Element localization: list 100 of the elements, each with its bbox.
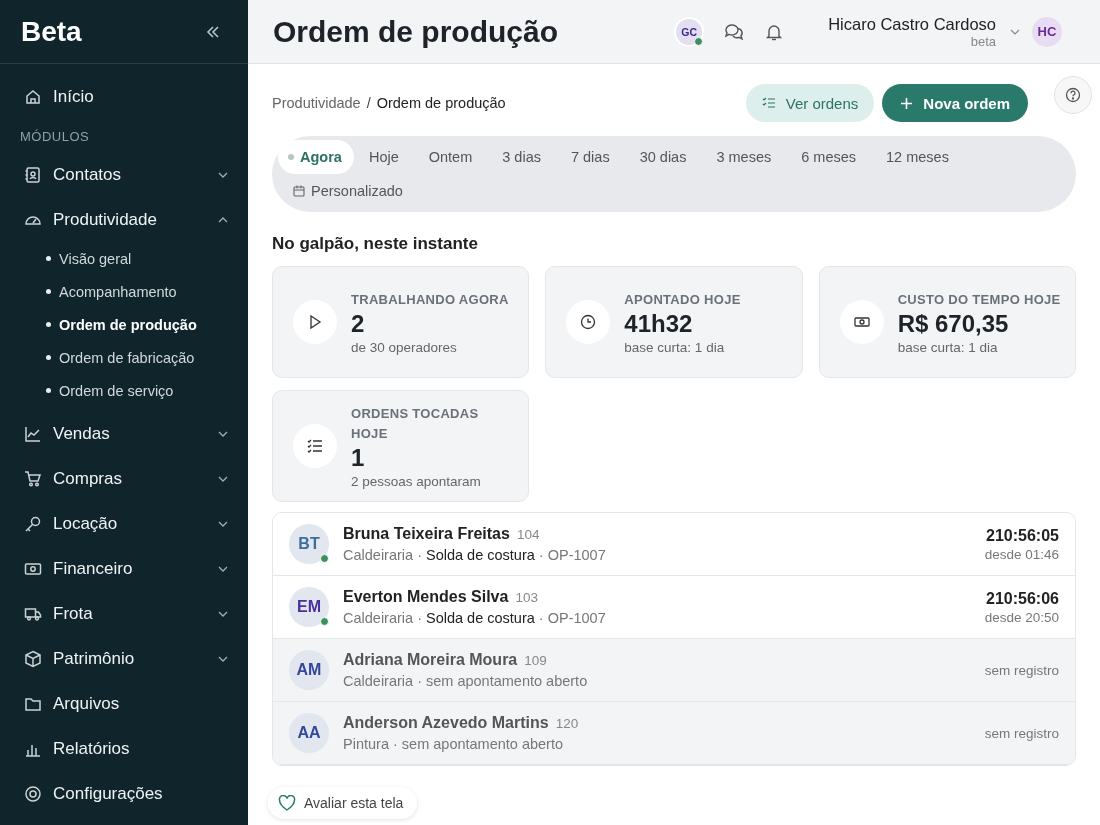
stat-value: 41h32: [624, 309, 694, 338]
period-tab[interactable]: 12 meses: [871, 140, 964, 174]
stat-label: TRABALHANDO AGORA: [351, 290, 509, 309]
elapsed-time: 210:56:05: [986, 526, 1059, 545]
nav-item[interactable]: Frota: [0, 591, 248, 636]
feedback-button[interactable]: Avaliar esta tela: [268, 787, 418, 819]
stat-label: ORDENS TOCADAS HOJE: [351, 404, 480, 443]
worker-name: Bruna Teixeira Freitas: [343, 525, 510, 543]
logo: Beta: [21, 15, 82, 48]
stat-note: 2 pessoas apontaram: [351, 473, 482, 489]
start-time: desde 01:46: [984, 546, 1059, 562]
stat-value: 1: [351, 443, 366, 472]
section-title: No galpão, neste instante: [272, 234, 479, 254]
period-tab[interactable]: Hoje: [353, 140, 414, 174]
status-text: sem registro: [984, 662, 1059, 678]
worker-detail: Caldeiraria · Solda de costura · OP-1007: [343, 547, 606, 563]
nav-item[interactable]: Patrimônio: [0, 636, 248, 681]
collapse-icon[interactable]: [206, 25, 220, 38]
worker-code: 104: [516, 527, 540, 542]
stat-note: de 30 operadores: [351, 339, 458, 355]
worker-avatar: BT: [289, 524, 329, 564]
chevron-icon: [218, 655, 228, 662]
stat-label: APONTADO HOJE: [624, 290, 741, 309]
section-label: MÓDULOS: [19, 128, 91, 146]
worker-name: Anderson Azevedo Martins: [343, 714, 549, 732]
view-orders-button[interactable]: Ver ordens: [745, 84, 875, 122]
period-tab[interactable]: Personalizado: [278, 174, 418, 208]
chevron-icon: [218, 565, 228, 572]
team-avatar[interactable]: GC: [674, 16, 705, 47]
worker-detail: Pintura · sem apontamento aberto: [343, 736, 564, 752]
nav-item[interactable]: Locação: [0, 501, 248, 546]
submenu-item[interactable]: Visão geral: [46, 242, 248, 275]
breadcrumb-link[interactable]: Produtividade: [272, 95, 361, 111]
chevron-icon: [218, 520, 228, 527]
nav-item[interactable]: Contatos: [0, 152, 248, 197]
nav-item[interactable]: Arquivos: [0, 681, 248, 726]
period-tab[interactable]: 30 dias: [624, 140, 702, 174]
heart-icon: [278, 795, 296, 811]
chevron-icon: [218, 610, 228, 617]
period-tab[interactable]: Agora: [278, 140, 354, 174]
period-tab[interactable]: Ontem: [413, 140, 488, 174]
worker-avatar: AA: [289, 713, 329, 753]
key-icon: [24, 514, 42, 533]
new-order-button[interactable]: Nova ordem: [882, 84, 1028, 122]
stat-note: base curta: 1 dia: [624, 339, 726, 355]
submenu-item[interactable]: Acompanhamento: [46, 275, 248, 308]
clock-icon: [580, 314, 597, 330]
help-button[interactable]: [1054, 76, 1092, 114]
submenu-item[interactable]: Ordem de serviço: [46, 374, 248, 407]
chevron-icon: [218, 216, 228, 223]
chat-icon[interactable]: [724, 21, 745, 42]
worker-detail: Caldeiraria · Solda de costura · OP-1007: [343, 610, 606, 626]
checklist-icon: [307, 438, 323, 454]
chart-line-icon: [24, 424, 42, 443]
chevron-icon: [218, 430, 228, 437]
period-tab[interactable]: 3 meses: [701, 140, 787, 174]
elapsed-time: 210:56:06: [986, 589, 1059, 608]
chevron-icon: [218, 475, 228, 482]
help-icon: [1065, 87, 1081, 103]
gear-icon: [24, 784, 42, 803]
worker-code: 103: [515, 590, 538, 605]
worker-name: Everton Mendes Silva: [343, 588, 509, 606]
worker-code: 120: [555, 716, 579, 731]
worker-row[interactable]: BT Bruna Teixeira Freitas 104 Caldeiraria · Solda de costura · OP-1007 210:56:05 desde 01:46: [273, 513, 1075, 576]
box-icon: [24, 649, 42, 668]
chevron-icon[interactable]: [1010, 28, 1020, 35]
period-tab[interactable]: 7 dias: [555, 140, 625, 174]
worker-code: 109: [524, 653, 547, 668]
period-tab[interactable]: 6 meses: [786, 140, 872, 174]
stat-label: CUSTO DO TEMPO HOJE: [897, 290, 1061, 309]
nav-item[interactable]: Configurações: [0, 771, 248, 816]
worker-avatar: AM: [289, 650, 329, 690]
user-name: Hicaro Castro Cardoso: [828, 14, 996, 34]
submenu-item[interactable]: Ordem de fabricação: [46, 341, 248, 374]
stat-value: 2: [351, 309, 366, 338]
worker-name: Adriana Moreira Moura: [343, 651, 518, 669]
nav-item[interactable]: Relatórios: [0, 726, 248, 771]
period-tab[interactable]: 3 dias: [487, 140, 556, 174]
submenu-item[interactable]: Ordem de produção: [46, 308, 248, 341]
nav-item[interactable]: Financeiro: [0, 546, 248, 591]
nav-item[interactable]: Produtividade: [0, 197, 248, 242]
breadcrumb-current: Ordem de produção: [376, 95, 506, 111]
nav-item[interactable]: Compras: [0, 456, 248, 501]
calendar-icon: [293, 185, 305, 197]
checklist-icon: [761, 97, 776, 109]
cart-icon: [24, 469, 42, 488]
user-avatar[interactable]: HC: [1032, 16, 1062, 47]
user-role: beta: [970, 33, 996, 49]
nav-item[interactable]: Vendas: [0, 411, 248, 456]
worker-row[interactable]: AA Anderson Azevedo Martins 120 Pintura · sem apontamento aberto sem registro: [273, 702, 1075, 765]
home-icon: [24, 87, 42, 106]
worker-detail: Caldeiraria · sem apontamento aberto: [343, 673, 588, 689]
worker-avatar: EM: [289, 587, 329, 627]
nav-item[interactable]: Início: [0, 74, 248, 119]
play-icon: [307, 314, 323, 330]
contact-book-icon: [24, 165, 42, 184]
stat-value: R$ 670,35: [897, 309, 1010, 338]
page-title: Ordem de produção: [273, 14, 559, 49]
status-text: sem registro: [984, 725, 1059, 741]
worker-row[interactable]: AM Adriana Moreira Moura 109 Caldeiraria · sem apontamento aberto sem registro: [273, 639, 1075, 702]
